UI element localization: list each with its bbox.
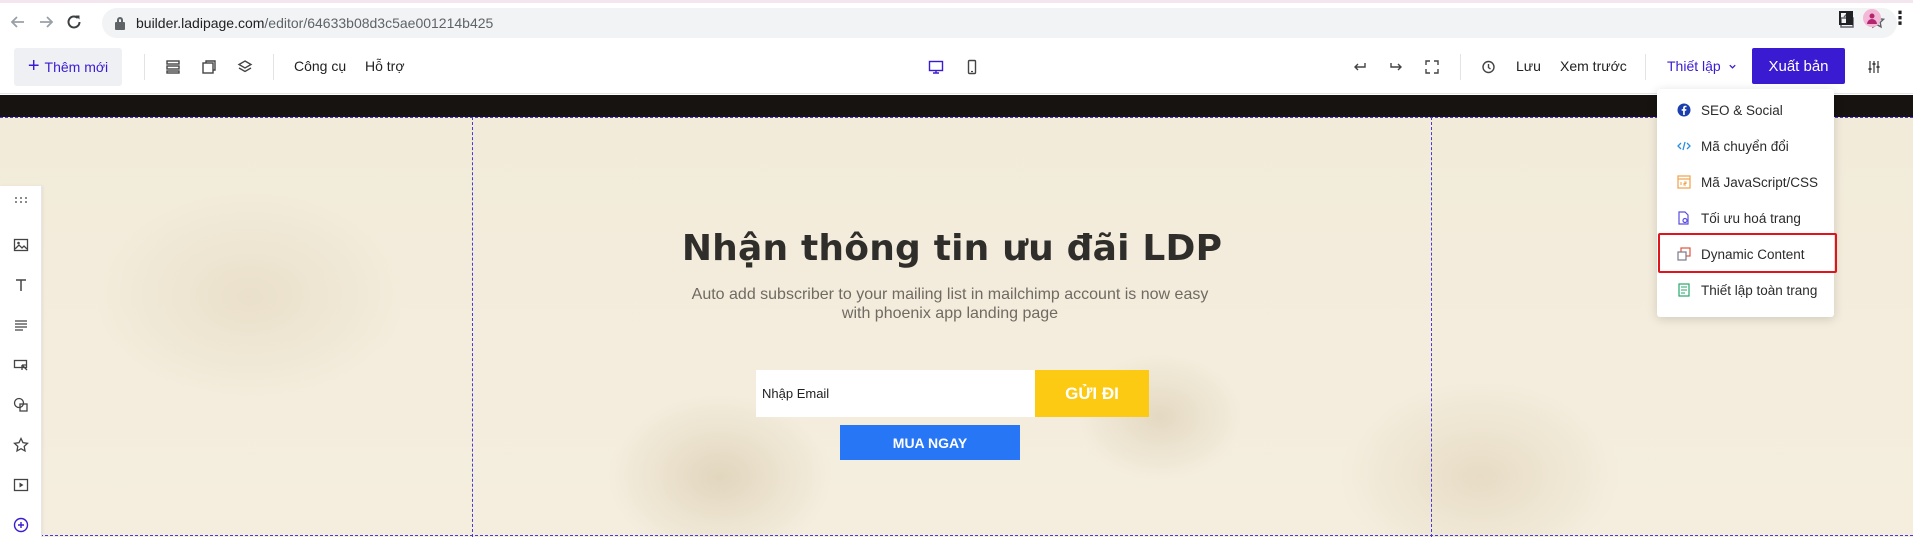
settings-menu-button[interactable]: Thiết lập — [1667, 58, 1737, 74]
email-input[interactable]: Nhập Email — [756, 370, 1035, 417]
layers-icon[interactable] — [235, 57, 255, 77]
section-background-image — [0, 117, 1913, 537]
fullscreen-icon[interactable] — [1422, 57, 1442, 77]
preview-button[interactable]: Xem trước — [1560, 58, 1627, 74]
toolbar-divider — [273, 54, 274, 80]
element-sidebar — [0, 186, 42, 537]
paragraph-icon[interactable] — [11, 315, 31, 335]
popup-icon[interactable] — [199, 57, 219, 77]
dynamic-content-icon — [1677, 247, 1691, 261]
shape-icon[interactable] — [11, 395, 31, 415]
plus-icon: + — [27, 55, 40, 77]
menu-item-label: Mã JavaScript/CSS — [1701, 174, 1819, 190]
undo-icon[interactable] — [1350, 57, 1370, 77]
menu-item-label: Dynamic Content — [1701, 246, 1805, 262]
facebook-icon — [1677, 103, 1691, 117]
tools-menu[interactable]: Công cụ — [294, 58, 346, 74]
video-icon[interactable] — [11, 475, 31, 495]
toolbar-divider — [1645, 54, 1646, 80]
content-guide-left — [472, 117, 473, 537]
menu-item-label: Thiết lập toàn trang — [1701, 282, 1818, 298]
menu-item-label: SEO & Social — [1701, 102, 1783, 118]
mobile-view-icon[interactable] — [962, 57, 982, 77]
text-icon[interactable] — [11, 275, 31, 295]
chevron-down-icon — [1725, 58, 1737, 74]
side-panel-icon[interactable] — [1839, 11, 1853, 25]
save-button[interactable]: Lưu — [1516, 58, 1541, 74]
section-subtext[interactable]: Auto add subscriber to your mailing list… — [680, 285, 1220, 323]
settings-label: Thiết lập — [1667, 58, 1721, 74]
lock-icon — [114, 16, 126, 30]
menu-item-label: Tối ưu hoá trang — [1701, 210, 1801, 226]
sections-icon[interactable] — [163, 57, 183, 77]
browser-toolbar: builder.ladipage.com/editor/64633b08d3c5… — [0, 0, 1913, 40]
settings-dropdown-menu: SEO & Social Mã chuyển đổi Mã JavaScript… — [1657, 89, 1834, 317]
editor-toolbar: + Thêm mới Công cụ Hỗ trợ Lưu Xem trước … — [0, 40, 1913, 94]
section-header-band — [0, 95, 1913, 117]
kebab-menu-icon[interactable]: ⋮ — [1891, 9, 1909, 27]
desktop-view-icon[interactable] — [926, 57, 946, 77]
drag-handle-icon[interactable] — [11, 190, 31, 210]
adjust-settings-icon[interactable] — [1864, 57, 1884, 77]
add-new-label: Thêm mới — [44, 59, 109, 75]
reload-icon[interactable] — [60, 8, 88, 36]
buy-now-button[interactable]: MUA NGAY — [840, 425, 1020, 460]
redo-icon[interactable] — [1386, 57, 1406, 77]
button-icon[interactable] — [11, 355, 31, 375]
menu-item-js-css[interactable]: Mã JavaScript/CSS — [1657, 165, 1834, 199]
history-icon[interactable] — [1478, 57, 1498, 77]
code-icon — [1677, 139, 1691, 153]
section-guide-line — [0, 535, 1913, 536]
menu-item-conversion-code[interactable]: Mã chuyển đổi — [1657, 129, 1834, 163]
js-css-icon — [1677, 175, 1691, 189]
toolbar-divider — [144, 54, 145, 80]
url-path: /editor/64633b08d3c5ae001214b425 — [264, 15, 494, 31]
page-settings-icon — [1677, 283, 1691, 297]
add-circle-icon[interactable] — [11, 515, 31, 535]
toolbar-divider — [1460, 54, 1461, 80]
send-button[interactable]: GỬI ĐI — [1035, 370, 1149, 417]
image-icon[interactable] — [11, 235, 31, 255]
address-bar[interactable]: builder.ladipage.com/editor/64633b08d3c5… — [102, 8, 1897, 38]
back-arrow-icon[interactable] — [4, 8, 32, 36]
section-headline[interactable]: Nhận thông tin ưu đãi LDP — [472, 228, 1432, 269]
page-optimize-icon — [1677, 211, 1691, 225]
support-menu[interactable]: Hỗ trợ — [365, 58, 405, 74]
menu-item-dynamic-content[interactable]: Dynamic Content — [1657, 237, 1834, 271]
profile-avatar-icon[interactable] — [1863, 9, 1881, 27]
forward-arrow-icon[interactable] — [32, 8, 60, 36]
section-guide-line — [0, 117, 1913, 118]
menu-item-page-settings[interactable]: Thiết lập toàn trang — [1657, 273, 1834, 307]
url-host: builder.ladipage.com — [136, 15, 265, 31]
menu-item-seo-social[interactable]: SEO & Social — [1657, 93, 1834, 127]
star-icon[interactable] — [11, 435, 31, 455]
content-guide-right — [1431, 117, 1432, 537]
menu-item-page-optimize[interactable]: Tối ưu hoá trang — [1657, 201, 1834, 235]
editor-canvas[interactable]: Nhận thông tin ưu đãi LDP Auto add subsc… — [0, 95, 1913, 537]
publish-button[interactable]: Xuất bản — [1752, 48, 1845, 84]
menu-item-label: Mã chuyển đổi — [1701, 138, 1789, 154]
add-new-button[interactable]: + Thêm mới — [14, 48, 122, 86]
